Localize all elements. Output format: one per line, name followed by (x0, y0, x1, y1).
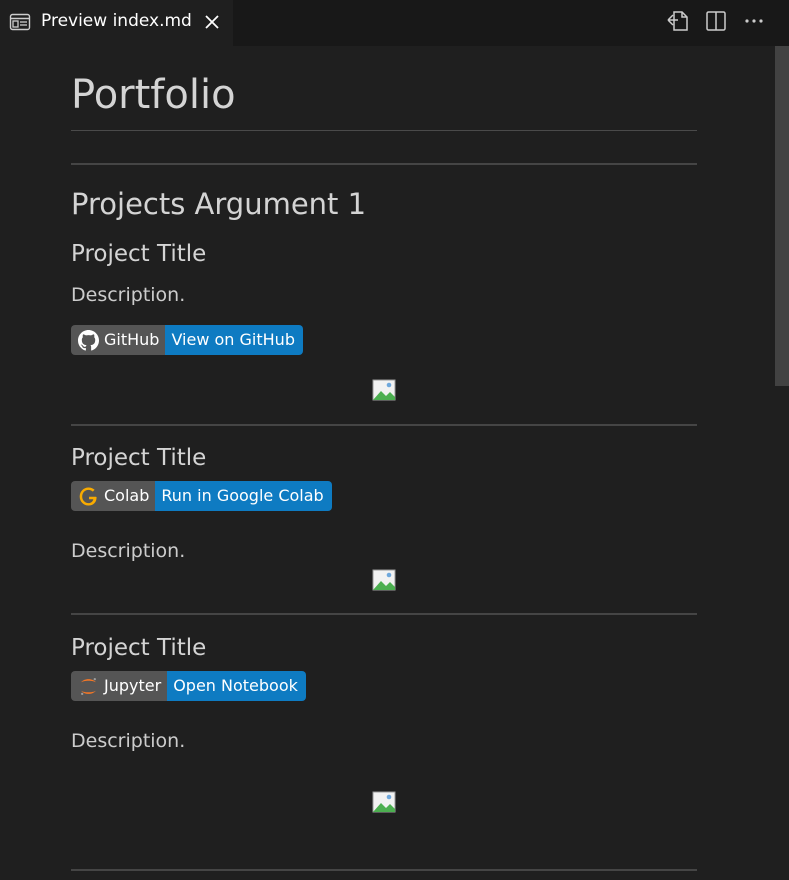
more-actions-icon[interactable] (741, 9, 767, 33)
badge-value: Open Notebook (167, 671, 306, 701)
github-badge[interactable]: GitHub View on GitHub (71, 325, 303, 355)
badge-label: Jupyter (104, 676, 162, 695)
project-description: Description. (71, 730, 186, 752)
open-source-icon[interactable] (665, 9, 691, 33)
tab-title: Preview index.md (41, 11, 192, 31)
section-title: Projects Argument 1 (71, 187, 367, 221)
divider (71, 424, 697, 426)
project-title: Project Title (71, 445, 207, 471)
divider (71, 613, 697, 615)
project-title: Project Title (71, 635, 207, 661)
divider (71, 869, 697, 871)
page-title: Portfolio (71, 72, 236, 118)
project-title: Project Title (71, 241, 207, 267)
jupyter-badge[interactable]: Jupyter Open Notebook (71, 671, 306, 701)
broken-image-icon (372, 569, 396, 591)
preview-icon (9, 13, 31, 31)
badge-label: Colab (104, 486, 150, 505)
project-description: Description. (71, 284, 186, 306)
divider (71, 130, 697, 131)
google-icon (79, 486, 97, 506)
tab-bar: Preview index.md (0, 0, 789, 46)
broken-image-icon (372, 791, 396, 813)
badge-value: View on GitHub (165, 325, 303, 355)
divider (71, 163, 697, 165)
badge-value: Run in Google Colab (155, 481, 332, 511)
scrollbar-thumb[interactable] (775, 46, 789, 386)
close-icon[interactable] (202, 12, 222, 32)
broken-image-icon (372, 379, 396, 401)
project-description: Description. (71, 540, 186, 562)
tab-preview-index[interactable]: Preview index.md (0, 0, 233, 46)
github-icon (78, 329, 99, 350)
jupyter-icon (81, 677, 96, 695)
colab-badge[interactable]: Colab Run in Google Colab (71, 481, 332, 511)
split-editor-icon[interactable] (703, 9, 729, 33)
badge-label: GitHub (104, 330, 160, 349)
